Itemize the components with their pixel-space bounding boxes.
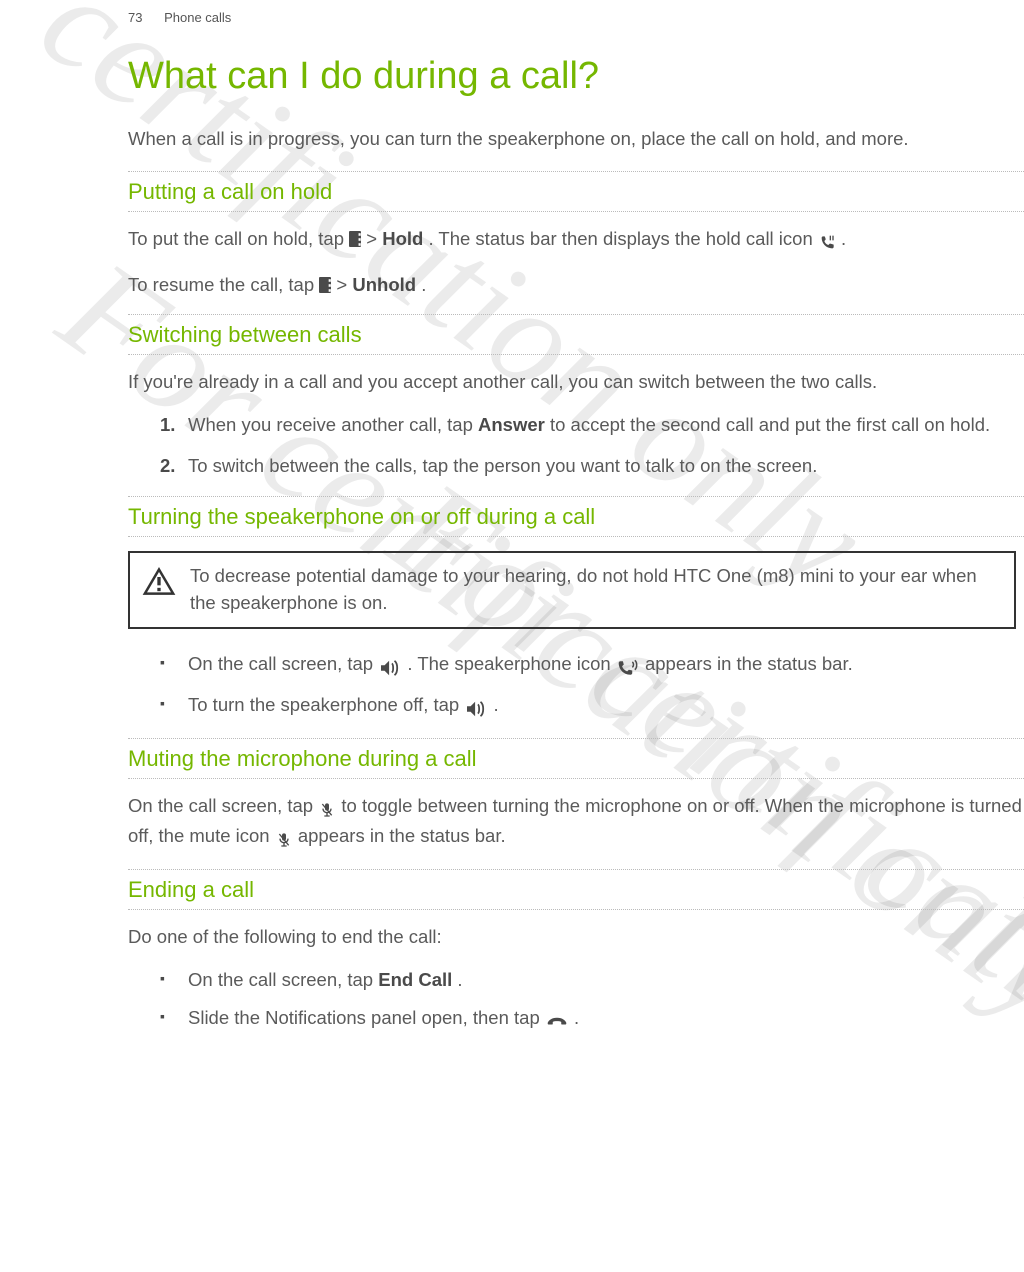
text: to accept the second call and put the fi… (550, 414, 990, 435)
text: On the call screen, tap (188, 969, 378, 990)
text: . The speakerphone icon (407, 653, 615, 674)
list-item: To turn the speakerphone off, tap . (160, 692, 1024, 722)
switch-intro: If you're already in a call and you acce… (128, 369, 1024, 396)
warning-text: To decrease potential damage to your hea… (190, 563, 1002, 617)
page-header: 73 Phone calls (128, 10, 1024, 25)
phone-speaker-icon (616, 654, 640, 681)
section-heading-mute: Muting the microphone during a call (128, 738, 1024, 779)
step-number: 1. (160, 412, 175, 439)
end-intro: Do one of the following to end the call: (128, 924, 1024, 951)
text: On the call screen, tap (128, 795, 318, 816)
text: To switch between the calls, tap the per… (188, 455, 817, 476)
text: > (366, 228, 382, 249)
hold-call-icon (818, 229, 836, 256)
list-item: 1. When you receive another call, tap An… (160, 412, 1024, 439)
page-title: What can I do during a call? (128, 55, 1024, 98)
page-number: 73 (128, 10, 142, 25)
text: > (336, 274, 352, 295)
text: To put the call on hold, tap (128, 228, 349, 249)
text: Slide the Notifications panel open, then… (188, 1007, 545, 1028)
hold-paragraph-2: To resume the call, tap > Unhold . (128, 272, 1024, 299)
page-content: 73 Phone calls What can I do during a ca… (0, 0, 1024, 1035)
end-call-label: End Call (378, 969, 452, 990)
text: When you receive another call, tap (188, 414, 478, 435)
hold-paragraph-1: To put the call on hold, tap > Hold . Th… (128, 226, 1024, 256)
section-heading-speaker: Turning the speakerphone on or off durin… (128, 496, 1024, 537)
speaker-on-icon (378, 654, 402, 681)
text: appears in the status bar. (298, 825, 506, 846)
list-item: 2. To switch between the calls, tap the … (160, 453, 1024, 480)
text: appears in the status bar. (645, 653, 853, 674)
text: To resume the call, tap (128, 274, 319, 295)
hold-label: Hold (382, 228, 423, 249)
menu-overflow-icon (349, 231, 361, 247)
text: . (457, 969, 462, 990)
mute-paragraph: On the call screen, tap to toggle betwee… (128, 793, 1024, 853)
list-item: Slide the Notifications panel open, then… (160, 1005, 1024, 1035)
text: . (574, 1007, 579, 1028)
warning-icon (142, 567, 176, 602)
speaker-bullets: On the call screen, tap . The speakerpho… (128, 651, 1024, 723)
step-number: 2. (160, 453, 175, 480)
list-item: On the call screen, tap . The speakerpho… (160, 651, 1024, 681)
unhold-label: Unhold (352, 274, 416, 295)
menu-overflow-icon (319, 277, 331, 293)
section-heading-end: Ending a call (128, 869, 1024, 910)
end-bullets: On the call screen, tap End Call . Slide… (128, 967, 1024, 1036)
warning-box: To decrease potential damage to your hea… (128, 551, 1016, 629)
hangup-icon (545, 1008, 569, 1035)
text: On the call screen, tap (188, 653, 378, 674)
text: . The status bar then displays the hold … (428, 228, 817, 249)
list-item: On the call screen, tap End Call . (160, 967, 1024, 994)
text: . (493, 694, 498, 715)
speaker-off-icon (464, 695, 488, 722)
section-heading-switch: Switching between calls (128, 314, 1024, 355)
intro-paragraph: When a call is in progress, you can turn… (128, 126, 1024, 153)
section-name: Phone calls (164, 10, 231, 25)
text: . (841, 228, 846, 249)
section-heading-hold: Putting a call on hold (128, 171, 1024, 212)
switch-steps: 1. When you receive another call, tap An… (128, 412, 1024, 480)
text: . (421, 274, 426, 295)
microphone-mute-status-icon (275, 826, 293, 853)
microphone-mute-icon (318, 796, 336, 823)
text: To turn the speakerphone off, tap (188, 694, 464, 715)
answer-label: Answer (478, 414, 545, 435)
